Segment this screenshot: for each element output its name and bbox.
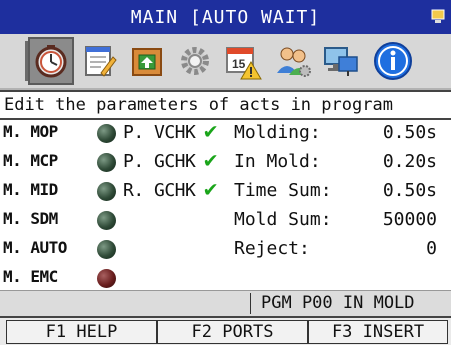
param-label: Molding:	[234, 122, 321, 143]
monitor-corner-icon	[431, 9, 445, 23]
page-title: MAIN [AUTO WAIT]	[130, 6, 321, 28]
param-label: In Mold:	[234, 151, 321, 172]
param-label: Time Sum:	[234, 180, 332, 201]
status-bar: PGM P00 IN MOLD	[0, 290, 451, 316]
check-label: P. GCHK	[123, 151, 196, 172]
tool-users[interactable]	[270, 37, 316, 85]
param-value: 0.50s	[382, 180, 437, 201]
param-value: 0	[426, 238, 437, 259]
machine-label: M. EMC	[3, 267, 58, 286]
tool-notepad-edit[interactable]	[76, 37, 122, 85]
network-computer-icon	[324, 47, 358, 76]
machine-label: M. MCP	[3, 151, 58, 170]
hmi-screen: MAIN [AUTO WAIT] 15 Edit the parameters …	[0, 0, 451, 345]
status-led-green	[97, 211, 116, 230]
param-value: 0.20s	[382, 151, 437, 172]
checkmark-icon: ✔	[204, 119, 218, 144]
param-value: 50000	[382, 209, 437, 230]
info-icon	[374, 42, 412, 80]
machine-label: M. MOP	[3, 122, 58, 141]
settings-gear-icon	[181, 47, 209, 75]
mold-box-icon	[132, 48, 162, 76]
machine-label: M. MID	[3, 180, 58, 199]
status-led-green	[97, 153, 116, 172]
status-led-green	[97, 124, 116, 143]
title-bar: MAIN [AUTO WAIT]	[0, 0, 451, 34]
timer-icon	[35, 45, 67, 78]
tool-timer[interactable]	[28, 37, 74, 85]
machine-label: M. AUTO	[3, 238, 67, 257]
status-led-green	[97, 182, 116, 201]
checkmark-icon: ✔	[204, 148, 218, 173]
status-led-red	[97, 269, 116, 288]
tool-settings[interactable]	[172, 37, 218, 85]
tool-network-computer[interactable]	[318, 37, 364, 85]
description-text: Edit the parameters of acts in program	[4, 95, 393, 115]
toolbar: 15	[0, 34, 451, 90]
machine-label: M. SDM	[3, 209, 58, 228]
tool-info[interactable]	[370, 37, 416, 85]
calendar-alert-icon: 15	[226, 47, 262, 80]
svg-text:15: 15	[232, 57, 246, 71]
tool-mold-box[interactable]	[124, 37, 170, 85]
f1-help-button[interactable]: F1 HELP	[6, 320, 157, 344]
status-led-green	[97, 240, 116, 259]
status-divider	[250, 293, 251, 314]
param-label: Mold Sum:	[234, 209, 332, 230]
program-status: PGM P00 IN MOLD	[261, 293, 415, 313]
param-value: 0.50s	[382, 122, 437, 143]
checkmark-icon: ✔	[204, 177, 218, 202]
check-label: R. GCHK	[123, 180, 196, 201]
tool-calendar-alert[interactable]: 15	[220, 37, 266, 85]
f2-ports-button[interactable]: F2 PORTS	[157, 320, 308, 344]
check-label: P. VCHK	[123, 122, 196, 143]
status-panel: M. MOP P. VCHK ✔ Molding: 0.50s M. MCP P…	[0, 120, 451, 288]
notepad-edit-icon	[85, 46, 117, 77]
function-key-bar: F1 HELP F2 PORTS F3 INSERT	[0, 316, 451, 345]
param-label: Reject:	[234, 238, 310, 259]
f3-insert-button[interactable]: F3 INSERT	[308, 320, 448, 344]
users-icon	[277, 47, 311, 77]
